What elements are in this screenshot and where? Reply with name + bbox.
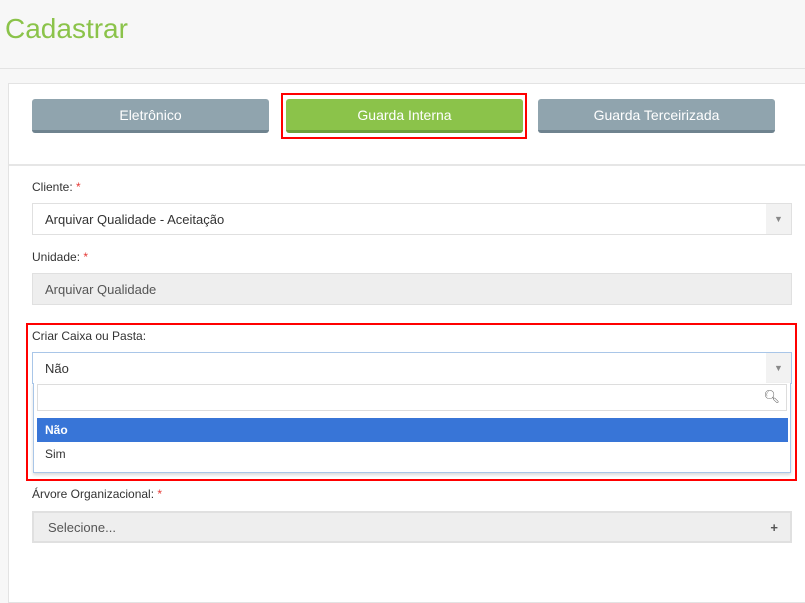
cliente-label: Cliente: * bbox=[32, 180, 81, 194]
criar-select[interactable]: Não ▼ bbox=[32, 352, 792, 384]
unidade-value: Arquivar Qualidade bbox=[45, 281, 157, 297]
dropdown-search[interactable]: 🔍︎ bbox=[37, 384, 787, 411]
unidade-field: Arquivar Qualidade bbox=[32, 273, 792, 305]
tab-guarda-interna[interactable]: Guarda Interna bbox=[286, 99, 523, 133]
criar-label: Criar Caixa ou Pasta: bbox=[32, 329, 147, 343]
header-divider bbox=[0, 68, 805, 69]
section-divider bbox=[9, 164, 805, 166]
tab-eletronico[interactable]: Eletrônico bbox=[32, 99, 269, 133]
cliente-select[interactable]: Arquivar Qualidade - Aceitação ▼ bbox=[32, 203, 792, 235]
dropdown-search-input[interactable] bbox=[38, 385, 786, 410]
arvore-placeholder: Selecione... bbox=[48, 519, 116, 535]
arvore-select[interactable]: Selecione... + bbox=[32, 511, 792, 543]
cliente-value: Arquivar Qualidade - Aceitação bbox=[45, 211, 225, 227]
chevron-down-icon: ▼ bbox=[766, 353, 791, 383]
arvore-label: Árvore Organizacional: * bbox=[32, 487, 163, 501]
tab-guarda-terceirizada[interactable]: Guarda Terceirizada bbox=[538, 99, 775, 133]
page-title: Cadastrar bbox=[5, 13, 128, 44]
plus-icon: + bbox=[770, 519, 778, 535]
option-nao[interactable]: Não bbox=[37, 418, 788, 442]
criar-value: Não bbox=[45, 360, 69, 376]
search-icon: 🔍︎ bbox=[763, 389, 780, 404]
unidade-label: Unidade: * bbox=[32, 250, 89, 264]
option-sim[interactable]: Sim bbox=[37, 442, 788, 466]
chevron-down-icon: ▼ bbox=[766, 204, 791, 234]
criar-dropdown: 🔍︎ Não Sim bbox=[33, 383, 791, 473]
